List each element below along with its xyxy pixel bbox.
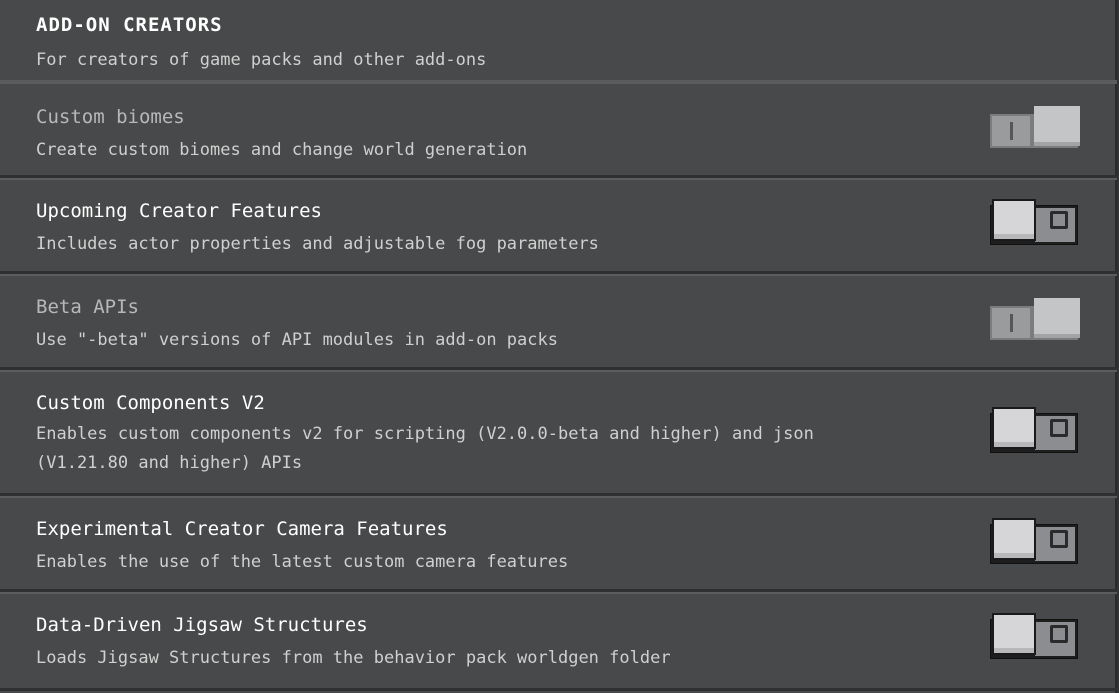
toggle-custom-biomes[interactable] (990, 104, 1080, 152)
toggle-knob (992, 199, 1036, 241)
experiment-row-jigsaw-structures: Data-Driven Jigsaw Structures Loads Jigs… (0, 592, 1117, 691)
toggle-knob (1034, 106, 1080, 146)
toggle-beta-apis[interactable] (990, 296, 1080, 344)
toggle-on-icon (1010, 314, 1013, 332)
experiment-row-custom-biomes: Custom biomes Create custom biomes and c… (0, 82, 1117, 178)
experiment-description: Loads Jigsaw Structures from the behavio… (36, 648, 671, 668)
toggle-off-icon (1050, 530, 1068, 548)
experiment-title: Custom biomes (36, 106, 185, 128)
toggle-on-icon (1010, 122, 1013, 140)
toggle-jigsaw-structures[interactable] (990, 613, 1080, 661)
section-header: ADD-ON CREATORS For creators of game pac… (0, 0, 1117, 82)
toggle-knob (992, 407, 1036, 449)
experiment-title: Experimental Creator Camera Features (36, 518, 448, 540)
section-title: ADD-ON CREATORS (36, 14, 223, 36)
experiment-title: Beta APIs (36, 296, 139, 318)
toggle-creator-camera-features[interactable] (990, 518, 1080, 566)
toggle-upcoming-creator-features[interactable] (990, 199, 1080, 247)
toggle-custom-components-v2[interactable] (990, 407, 1080, 455)
experiment-title: Custom Components V2 (36, 392, 265, 414)
toggle-knob (1034, 298, 1080, 338)
toggle-off-icon (1050, 625, 1068, 643)
toggle-off-icon (1050, 211, 1068, 229)
section-subtitle: For creators of game packs and other add… (36, 50, 487, 70)
experiment-description: Includes actor properties and adjustable… (36, 234, 599, 254)
experiment-title: Upcoming Creator Features (36, 200, 322, 222)
experiment-description: Enables custom components v2 for scripti… (36, 424, 814, 473)
experiment-title: Data-Driven Jigsaw Structures (36, 614, 368, 636)
toggle-knob (992, 518, 1036, 560)
experiment-row-creator-camera-features: Experimental Creator Camera Features Ena… (0, 496, 1117, 592)
experiment-row-beta-apis: Beta APIs Use "-beta" versions of API mo… (0, 274, 1117, 370)
experiment-row-custom-components-v2: Custom Components V2 Enables custom comp… (0, 370, 1117, 496)
toggle-knob (992, 613, 1036, 655)
experiment-description: Use "-beta" versions of API modules in a… (36, 330, 558, 350)
experiment-description: Enables the use of the latest custom cam… (36, 552, 569, 572)
experiment-row-upcoming-creator-features: Upcoming Creator Features Includes actor… (0, 178, 1117, 274)
experiment-description: Create custom biomes and change world ge… (36, 140, 528, 160)
toggle-off-icon (1050, 419, 1068, 437)
experiments-panel: ADD-ON CREATORS For creators of game pac… (0, 0, 1117, 693)
